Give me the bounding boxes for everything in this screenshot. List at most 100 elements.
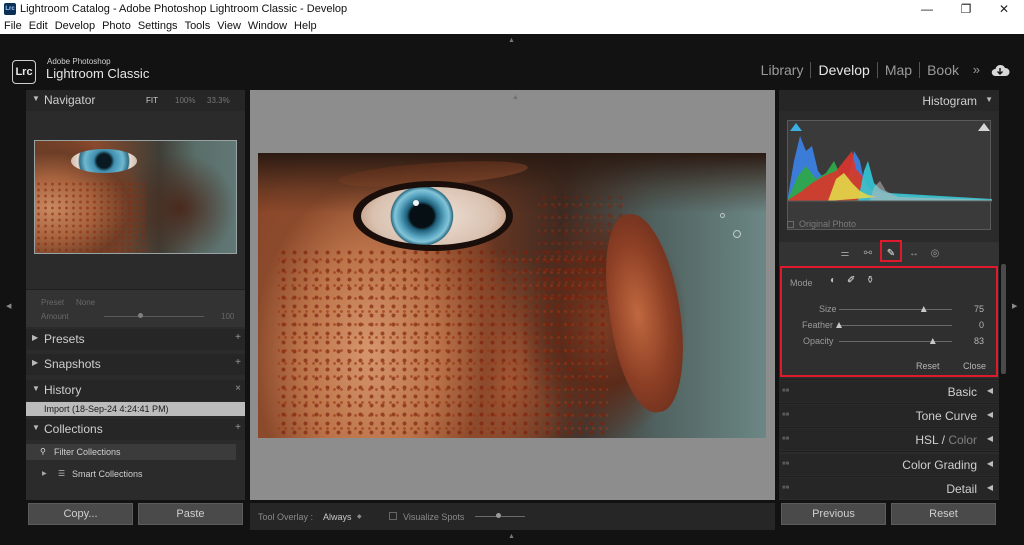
- basic-header[interactable]: ■■ Basic ◀: [779, 381, 999, 402]
- amount-slider-track[interactable]: [104, 316, 204, 317]
- snapshots-header[interactable]: ▶ Snapshots +: [26, 354, 245, 375]
- shadow-clipping-icon[interactable]: [790, 123, 802, 131]
- expand-triangle-icon: ◀: [986, 386, 993, 395]
- cloud-sync-icon[interactable]: [990, 63, 1010, 77]
- feather-value[interactable]: 0: [979, 320, 984, 330]
- previous-button[interactable]: Previous: [781, 503, 886, 525]
- menu-file[interactable]: File: [4, 19, 22, 34]
- paste-settings-button[interactable]: Paste: [138, 503, 243, 525]
- opacity-value[interactable]: 83: [974, 336, 984, 346]
- tone-curve-header[interactable]: ■■ Tone Curve ◀: [779, 405, 999, 426]
- feather-slider-track[interactable]: [839, 325, 952, 326]
- visualize-threshold-thumb[interactable]: [496, 513, 501, 518]
- menu-view[interactable]: View: [217, 19, 241, 34]
- right-panel-toggle-icon[interactable]: ▶: [1012, 302, 1017, 310]
- divider: [779, 427, 999, 428]
- filmstrip-toggle-icon[interactable]: ▲: [508, 533, 515, 540]
- panel-switch-icon[interactable]: ■■: [782, 461, 789, 467]
- presets-header[interactable]: ▶ Presets +: [26, 329, 245, 350]
- spot-marker[interactable]: [720, 213, 725, 218]
- tool-overlay-select[interactable]: Always: [323, 512, 352, 522]
- top-panel-toggle-icon[interactable]: ▲: [508, 37, 515, 44]
- color-grading-header[interactable]: ■■ Color Grading ◀: [779, 454, 999, 475]
- smart-collections-label: Smart Collections: [72, 469, 143, 479]
- minimize-button[interactable]: —: [917, 2, 937, 16]
- collections-title: Collections: [44, 422, 103, 436]
- menu-develop[interactable]: Develop: [55, 19, 95, 34]
- left-panel-toggle-icon[interactable]: ◀: [6, 302, 11, 310]
- detail-header[interactable]: ■■ Detail ◀: [779, 478, 999, 499]
- highlight-clipping-icon[interactable]: [978, 123, 990, 131]
- navigator-preview[interactable]: [34, 140, 237, 254]
- hsl-tab[interactable]: HSL: [915, 433, 938, 447]
- amount-value: 100: [221, 312, 235, 321]
- smart-collections-item[interactable]: ▶ ☰ Smart Collections: [26, 466, 245, 482]
- maximize-button[interactable]: ❐: [956, 2, 976, 16]
- collections-header[interactable]: ▼ Collections +: [26, 419, 245, 440]
- heal-reset-button[interactable]: Reset: [916, 361, 940, 371]
- history-item[interactable]: Import (18-Sep-24 4:24:41 PM): [26, 402, 245, 416]
- preset-value[interactable]: None: [76, 298, 95, 307]
- original-photo-toggle[interactable]: Original Photo: [787, 219, 856, 229]
- filter-collections-input[interactable]: ⚲ Filter Collections: [26, 444, 236, 460]
- clear-history-icon[interactable]: ×: [235, 383, 241, 394]
- spot-marker[interactable]: [733, 230, 741, 238]
- module-book[interactable]: Book: [919, 62, 966, 78]
- menu-photo[interactable]: Photo: [102, 19, 131, 34]
- close-window-button[interactable]: ✕: [994, 2, 1014, 16]
- size-value[interactable]: 75: [974, 304, 984, 314]
- amount-slider-thumb[interactable]: [138, 313, 143, 318]
- expand-triangle-icon: ◀: [986, 434, 993, 443]
- hsl-color-header[interactable]: ■■ HSL / Color ◀: [779, 429, 999, 450]
- more-modules-button[interactable]: »: [973, 62, 980, 77]
- collapse-triangle-icon: ▼: [32, 94, 40, 103]
- panel-switch-icon[interactable]: ■■: [782, 485, 789, 491]
- panel-switch-icon[interactable]: ■■: [782, 436, 789, 442]
- panel-switch-icon[interactable]: ■■: [782, 412, 789, 418]
- preset-label: Preset: [41, 298, 65, 307]
- visualize-spots-checkbox[interactable]: [389, 512, 397, 520]
- menu-help[interactable]: Help: [294, 19, 317, 34]
- add-snapshot-icon[interactable]: +: [235, 357, 241, 368]
- main-photo[interactable]: [258, 153, 766, 438]
- copy-settings-button[interactable]: Copy...: [28, 503, 133, 525]
- menu-settings[interactable]: Settings: [138, 19, 178, 34]
- snapshots-title: Snapshots: [44, 357, 101, 371]
- reset-button[interactable]: Reset: [891, 503, 996, 525]
- right-panel-scrollbar[interactable]: [1001, 264, 1006, 374]
- zoom-100[interactable]: 100%: [175, 96, 195, 105]
- heal-mode-icon[interactable]: ✐: [847, 275, 855, 286]
- crop-icon[interactable]: ⚌: [838, 247, 852, 261]
- lightroom-app-icon: Lrc: [4, 3, 16, 15]
- healing-tool-panel: Mode ◐ ✐ ⚱ Size 75 Feather 0 Opacity 83 …: [780, 266, 998, 377]
- menu-edit[interactable]: Edit: [29, 19, 48, 34]
- selected-tool-highlight: [880, 240, 902, 262]
- content-aware-mode-icon[interactable]: ◐: [830, 275, 836, 286]
- original-photo-checkbox[interactable]: [787, 221, 794, 228]
- graduated-filter-icon[interactable]: ↔: [907, 247, 921, 261]
- add-preset-icon[interactable]: +: [235, 332, 241, 343]
- original-photo-label: Original Photo: [799, 219, 857, 229]
- menu-tools[interactable]: Tools: [185, 19, 211, 34]
- masking-icon[interactable]: ◎: [928, 247, 942, 261]
- navigator-header[interactable]: ▼ Navigator FIT 100% 33.3%: [26, 90, 245, 111]
- clone-mode-icon[interactable]: ⚱: [866, 275, 874, 286]
- module-picker: Library Develop Map Book: [754, 62, 966, 78]
- menu-window[interactable]: Window: [248, 19, 287, 34]
- color-tab[interactable]: Color: [948, 433, 977, 447]
- size-slider-track[interactable]: [839, 309, 952, 310]
- histogram[interactable]: [787, 120, 992, 230]
- panel-switch-icon[interactable]: ■■: [782, 388, 789, 394]
- zoom-33[interactable]: 33.3%: [207, 96, 230, 105]
- heal-close-button[interactable]: Close: [963, 361, 986, 371]
- red-eye-icon[interactable]: ⚯: [861, 247, 875, 261]
- zoom-fit[interactable]: FIT: [146, 96, 158, 105]
- module-develop[interactable]: Develop: [810, 62, 876, 78]
- histogram-header[interactable]: Histogram ▼: [779, 90, 999, 111]
- add-collection-icon[interactable]: +: [235, 422, 241, 433]
- module-library[interactable]: Library: [754, 62, 811, 78]
- module-map[interactable]: Map: [876, 62, 919, 78]
- opacity-slider-track[interactable]: [839, 341, 952, 342]
- amount-label: Amount: [41, 312, 69, 321]
- history-header[interactable]: ▼ History ×: [26, 380, 245, 401]
